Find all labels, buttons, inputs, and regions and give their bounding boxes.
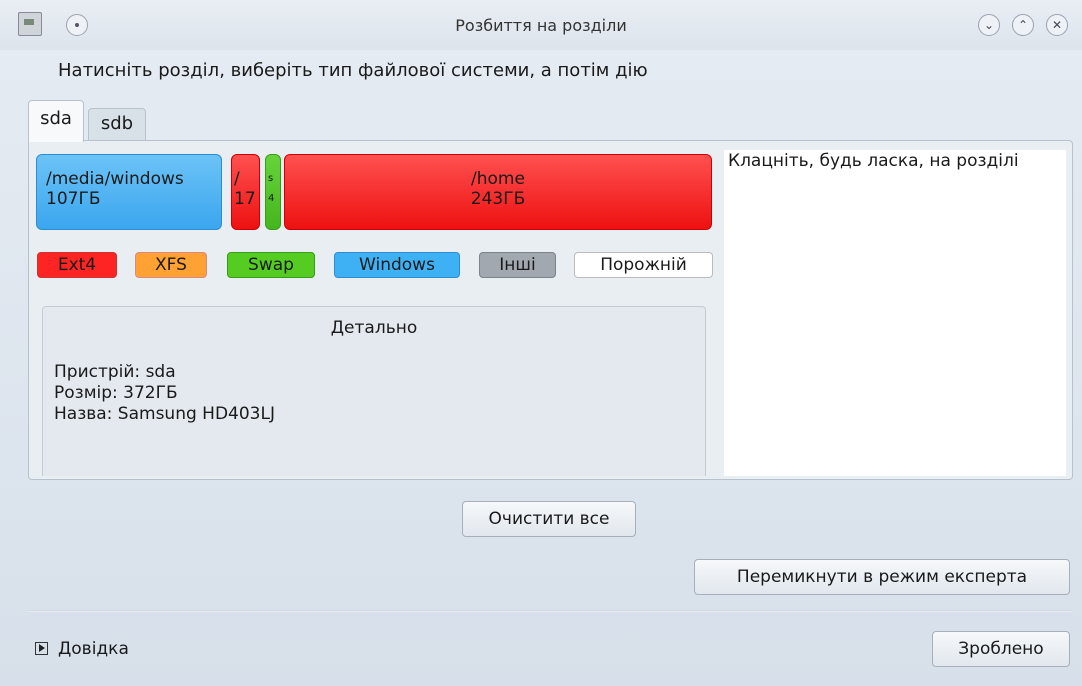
separator <box>28 610 1073 612</box>
partition-name: s <box>268 173 274 184</box>
details-title: Детально <box>330 318 418 338</box>
partition-size: 107ГБ <box>46 189 101 209</box>
partition-home[interactable]: /home 243ГБ <box>284 154 712 230</box>
instruction-text: Натисніть розділ, виберіть тип файлової … <box>58 60 648 81</box>
model-label: Назва: Samsung HD403LJ <box>54 404 275 424</box>
partitioning-window: Розбиття на розділи ⌄ ⌃ ✕ Натисніть розд… <box>0 0 1082 686</box>
legend-empty: Порожній <box>574 252 713 278</box>
minimize-icon[interactable]: ⌄ <box>978 14 1000 36</box>
partition-name: / <box>234 169 240 189</box>
partition-size: 243ГБ <box>470 189 526 209</box>
legend-swap: Swap <box>227 252 315 278</box>
partition-size: 4 <box>268 193 275 204</box>
done-button[interactable]: Зроблено <box>932 631 1070 667</box>
disk-panel: /media/windows 107ГБ / 17 s 4 /home 243Г… <box>28 140 1073 480</box>
partition-name: /media/windows <box>46 169 184 189</box>
help-toggle[interactable]: Довідка <box>35 639 129 659</box>
window-title: Розбиття на розділи <box>455 16 627 35</box>
tab-sda[interactable]: sda <box>28 100 84 142</box>
partition-media-windows[interactable]: /media/windows 107ГБ <box>36 154 222 230</box>
maximize-icon[interactable]: ⌃ <box>1012 14 1034 36</box>
expert-mode-button[interactable]: Перемикнути в режим експерта <box>694 559 1070 595</box>
legend-other: Інші <box>479 252 556 278</box>
legend-ext4: Ext4 <box>37 252 117 278</box>
title-bar: Розбиття на розділи ⌄ ⌃ ✕ <box>0 0 1082 50</box>
expand-arrow-icon <box>35 642 48 655</box>
close-icon[interactable]: ✕ <box>1046 14 1068 36</box>
size-label: Розмір: 372ГБ <box>54 383 178 403</box>
partition-swap[interactable]: s 4 <box>265 154 281 230</box>
clear-all-button[interactable]: Очистити все <box>462 501 636 537</box>
tab-sdb[interactable]: sdb <box>88 108 146 140</box>
device-label: Пристрій: sda <box>54 362 176 382</box>
partition-root[interactable]: / 17 <box>231 154 260 230</box>
details-box: Детально Пристрій: sda Розмір: 372ГБ Наз… <box>42 306 706 476</box>
help-label: Довідка <box>58 639 129 659</box>
info-panel: Клацніть, будь ласка, на розділі <box>724 150 1066 476</box>
legend-xfs: XFS <box>135 252 207 278</box>
partition-size: 17 <box>234 189 256 209</box>
partition-name: /home <box>471 169 525 189</box>
legend-windows: Windows <box>334 252 460 278</box>
